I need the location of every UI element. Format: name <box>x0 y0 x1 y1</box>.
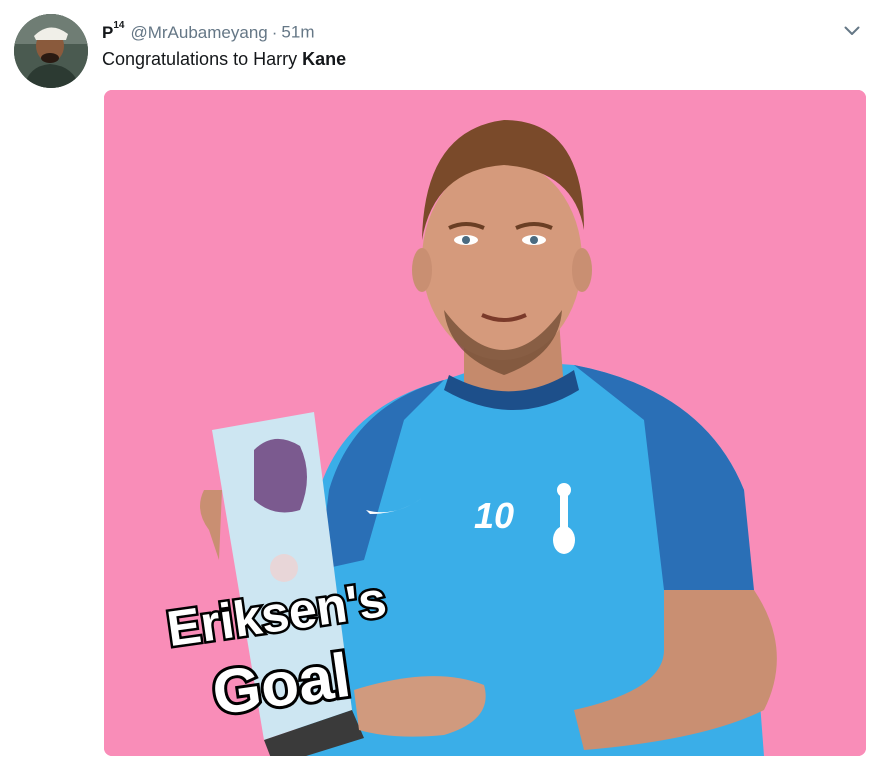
avatar-image <box>14 14 88 88</box>
chevron-down-icon <box>844 26 860 35</box>
avatar[interactable] <box>14 14 88 88</box>
tweet-header: P14 @MrAubameyang · 51m <box>102 16 314 42</box>
separator-dot: · <box>271 22 278 42</box>
tweet-text-prefix: Congratulations to Harry <box>102 49 303 69</box>
display-name-text: P <box>102 22 114 42</box>
user-handle[interactable]: @MrAubameyang <box>130 23 267 42</box>
tweet-text-bold: Kane <box>302 49 347 69</box>
more-menu-button[interactable] <box>838 20 866 42</box>
display-name[interactable]: P14 <box>102 20 125 42</box>
tweet-text: Congratulations to Harry Kane <box>102 46 346 72</box>
tweet-media-image[interactable]: 10 Eriksen's Goal <box>104 90 866 756</box>
timestamp[interactable]: 51m <box>281 23 314 42</box>
shirt-number: 10 <box>474 495 514 536</box>
display-name-superscript: 14 <box>113 20 125 31</box>
tweet: P14 @MrAubameyang · 51m Congratulations to … <box>0 0 876 768</box>
meme-image: 10 Eriksen's Goal <box>104 90 866 756</box>
face <box>422 160 582 360</box>
lion-emblem <box>254 438 307 513</box>
